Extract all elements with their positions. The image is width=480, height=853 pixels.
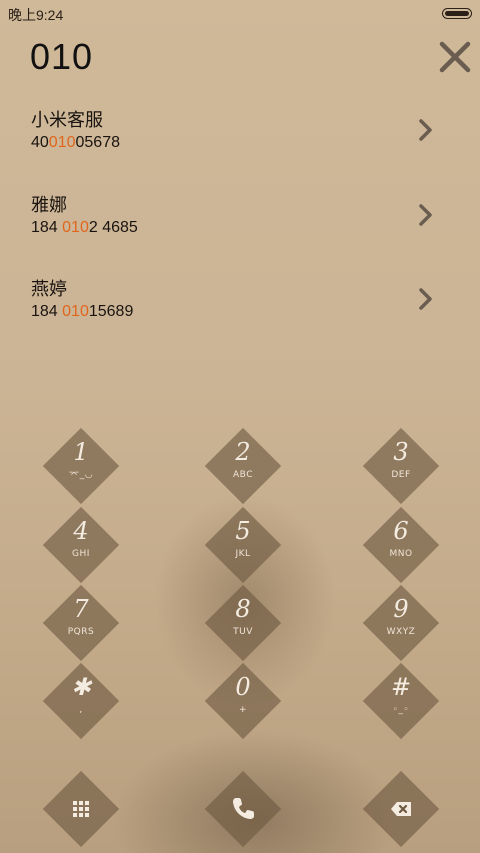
contact-name: 雅娜	[31, 195, 67, 215]
chevron-right-icon[interactable]	[416, 287, 436, 311]
chevron-right-icon[interactable]	[416, 203, 436, 227]
key-5[interactable]: 5 JKL	[204, 506, 282, 584]
chevron-right-icon[interactable]	[416, 118, 436, 142]
status-bar: 晚上9:24	[0, 0, 480, 28]
key-3[interactable]: 3 DEF	[362, 427, 440, 505]
key-0[interactable]: 0 +	[204, 662, 282, 740]
key-1[interactable]: 1 ⌤_◡	[42, 427, 120, 505]
backspace-icon	[391, 802, 411, 816]
search-result-item[interactable]: 小米客服 4001005678	[0, 106, 480, 186]
contact-name: 燕婷	[31, 279, 67, 299]
dialed-number-display[interactable]: 010	[30, 36, 93, 78]
key-7[interactable]: 7 PQRS	[42, 584, 120, 662]
status-time: 晚上9:24	[8, 7, 64, 23]
number-match-highlight: 010	[62, 303, 89, 320]
close-icon	[439, 41, 471, 73]
battery-icon	[442, 8, 472, 19]
key-8[interactable]: 8 TUV	[204, 584, 282, 662]
number-match-highlight: 010	[48, 134, 76, 151]
contact-number: 184 0102 4685	[31, 219, 138, 236]
close-button[interactable]	[436, 38, 474, 76]
grid-icon	[73, 801, 89, 817]
search-result-item[interactable]: 雅娜 184 0102 4685	[0, 191, 480, 271]
contact-number: 4001005678	[31, 134, 120, 151]
phone-icon	[233, 798, 254, 819]
number-match-highlight: 010	[62, 219, 89, 236]
keypad-toggle-button[interactable]	[42, 770, 120, 848]
key-4[interactable]: 4 GHI	[42, 506, 120, 584]
key-hash[interactable]: # ◦_◦	[362, 662, 440, 740]
key-6[interactable]: 6 MNO	[362, 506, 440, 584]
contact-number: 184 01015689	[31, 303, 134, 320]
key-9[interactable]: 9 WXYZ	[362, 584, 440, 662]
backspace-button[interactable]	[362, 770, 440, 848]
call-button[interactable]	[204, 770, 282, 848]
key-2[interactable]: 2 ABC	[204, 427, 282, 505]
search-result-item[interactable]: 燕婷 184 01015689	[0, 275, 480, 355]
key-star[interactable]: ✱ ,	[42, 662, 120, 740]
contact-name: 小米客服	[31, 110, 103, 130]
